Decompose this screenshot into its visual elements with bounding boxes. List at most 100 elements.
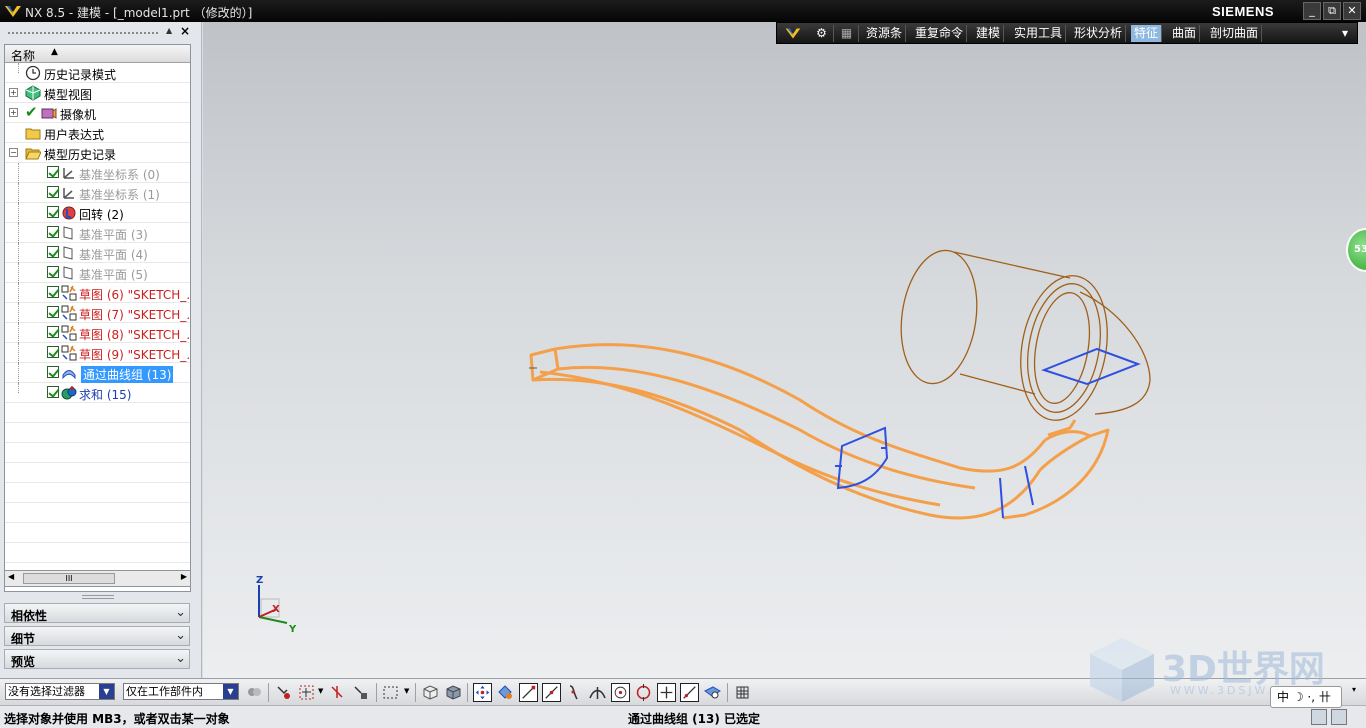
tree-row-datum-plane-5[interactable]: 基准平面 (5): [5, 263, 190, 283]
visibility-checkbox[interactable]: [47, 186, 59, 198]
tree-row-datum-plane-3[interactable]: 基准平面 (3): [5, 223, 190, 243]
close-icon[interactable]: ×: [180, 24, 190, 38]
end-point-icon[interactable]: [519, 683, 538, 702]
cmd-modeling[interactable]: 建模: [973, 25, 1005, 42]
scroll-left-icon[interactable]: ◀: [8, 572, 14, 581]
splitter-grip[interactable]: [82, 595, 114, 599]
cmd-section-surface[interactable]: 剖切曲面: [1207, 25, 1263, 42]
tree-row-label: 草图 (9) "SKETCH_…: [79, 348, 191, 362]
snap-toggle-icon[interactable]: [733, 683, 752, 702]
expand-icon[interactable]: +: [9, 108, 18, 117]
select-feature-icon[interactable]: [274, 683, 293, 702]
quadrant-point-icon[interactable]: [634, 683, 653, 702]
empty-row: [5, 483, 190, 503]
tree-row-sketch-8[interactable]: 草图 (8) "SKETCH_…: [5, 323, 190, 343]
horizontal-scrollbar[interactable]: ◀ III ▶: [4, 570, 191, 587]
general-selection-filter-icon[interactable]: [245, 683, 264, 702]
tree-row-unite[interactable]: 求和 (15): [5, 383, 190, 403]
visibility-checkbox[interactable]: [47, 346, 59, 358]
control-point-icon[interactable]: [565, 683, 584, 702]
cmd-repeat[interactable]: 重复命令: [912, 25, 968, 42]
unite-icon: [61, 385, 77, 401]
ime-toolbar[interactable]: 中 ☽ ·, 卄: [1270, 686, 1342, 708]
rectangle-selection-icon[interactable]: [381, 683, 400, 702]
visibility-checkbox[interactable]: [47, 266, 59, 278]
tree-row-revolve[interactable]: 回转 (2): [5, 203, 190, 223]
column-header[interactable]: 名称 ▲: [5, 45, 190, 63]
minimize-button[interactable]: _: [1303, 2, 1321, 20]
select-body-icon[interactable]: [351, 683, 370, 702]
inferred-point-icon[interactable]: [496, 683, 515, 702]
cmd-shape-analysis[interactable]: 形状分析: [1071, 25, 1127, 42]
panel-grip[interactable]: [8, 32, 158, 34]
gear-icon[interactable]: ⚙: [810, 25, 834, 42]
visibility-checkbox[interactable]: [47, 326, 59, 338]
pin-icon[interactable]: ▲: [166, 26, 172, 35]
visibility-checkbox[interactable]: [47, 246, 59, 258]
empty-row: [5, 463, 190, 483]
cmd-utilities[interactable]: 实用工具: [1011, 25, 1067, 42]
section-dependencies[interactable]: 相依性 ⌄: [4, 603, 190, 623]
tree-row-through-curves[interactable]: 通过曲线组 (13): [5, 363, 190, 383]
visibility-checkbox[interactable]: [47, 386, 59, 398]
shaded-cube-icon[interactable]: [444, 683, 463, 702]
watermark-cube-logo: [1090, 638, 1154, 702]
tree-row-datum-csys-1[interactable]: 基准坐标系 (1): [5, 183, 190, 203]
dropdown-arrow-icon[interactable]: ▼: [404, 687, 409, 695]
tree-row-user-expressions[interactable]: 用户表达式: [5, 123, 190, 143]
mid-point-icon[interactable]: [542, 683, 561, 702]
scope-select[interactable]: 仅在工作部件内 ▼: [123, 683, 239, 700]
wireframe-cube-icon[interactable]: [421, 683, 440, 702]
tree-row-model-history[interactable]: − 模型历史记录: [5, 143, 190, 163]
expand-icon[interactable]: +: [9, 88, 18, 97]
graphics-window[interactable]: Z X Y: [203, 22, 1366, 678]
type-filter-value: 没有选择过滤器: [8, 685, 85, 698]
visibility-checkbox[interactable]: [47, 226, 59, 238]
cmd-resource-bar[interactable]: 资源条: [863, 25, 907, 42]
model-graphics: [258, 249, 1151, 624]
intersection-point-icon[interactable]: [588, 683, 607, 702]
check-mark-icon: ✔: [25, 103, 38, 121]
status-icon-2[interactable]: [1331, 709, 1347, 725]
model-view-icon: [25, 85, 41, 101]
tree-row-sketch-7[interactable]: 草图 (7) "SKETCH_…: [5, 303, 190, 323]
tree-row-model-views[interactable]: + 模型视图: [5, 83, 190, 103]
tree-row-camera[interactable]: + ✔ 摄像机: [5, 103, 190, 123]
restore-button[interactable]: ⧉: [1323, 2, 1341, 20]
type-filter-select[interactable]: 没有选择过滤器 ▼: [5, 683, 115, 700]
visibility-checkbox[interactable]: [47, 286, 59, 298]
visibility-checkbox[interactable]: [47, 366, 59, 378]
visibility-checkbox[interactable]: [47, 166, 59, 178]
tree-row-label: 回转 (2): [79, 208, 124, 222]
tree-row-datum-csys-0[interactable]: 基准坐标系 (0): [5, 163, 190, 183]
close-button[interactable]: ✕: [1343, 2, 1361, 20]
grid-icon[interactable]: ▦: [835, 25, 859, 42]
status-icon-1[interactable]: [1311, 709, 1327, 725]
cmd-feature[interactable]: 特征: [1131, 25, 1163, 42]
reset-filter-icon[interactable]: [297, 683, 316, 702]
visibility-checkbox[interactable]: [47, 206, 59, 218]
select-point-icon[interactable]: [328, 683, 347, 702]
scroll-thumb[interactable]: III: [23, 573, 115, 584]
scroll-right-icon[interactable]: ▶: [181, 572, 187, 581]
cmd-surface[interactable]: 曲面: [1169, 25, 1201, 42]
nx-menu-icon[interactable]: [779, 25, 807, 42]
cmdbar-options-icon[interactable]: ▾: [1335, 25, 1355, 42]
snap-point-icon[interactable]: [473, 683, 492, 702]
point-on-face-icon[interactable]: [703, 683, 722, 702]
arc-center-icon[interactable]: [611, 683, 630, 702]
visibility-checkbox[interactable]: [47, 306, 59, 318]
section-preview[interactable]: 预览 ⌄: [4, 649, 190, 669]
point-on-curve-icon[interactable]: [680, 683, 699, 702]
existing-point-icon[interactable]: [657, 683, 676, 702]
section-label: 预览: [11, 655, 36, 669]
collapse-icon[interactable]: −: [9, 148, 18, 157]
dropdown-arrow-icon[interactable]: ▼: [318, 687, 323, 695]
tree-row-label: 历史记录模式: [44, 68, 117, 82]
tree-row-sketch-9[interactable]: 草图 (9) "SKETCH_…: [5, 343, 190, 363]
tree-row-datum-plane-4[interactable]: 基准平面 (4): [5, 243, 190, 263]
section-details[interactable]: 细节 ⌄: [4, 626, 190, 646]
tree-row-history-mode[interactable]: 历史记录模式: [5, 63, 190, 83]
status-selection: 通过曲线组 (13) 已选定: [628, 712, 761, 726]
tree-row-sketch-6[interactable]: 草图 (6) "SKETCH_…: [5, 283, 190, 303]
